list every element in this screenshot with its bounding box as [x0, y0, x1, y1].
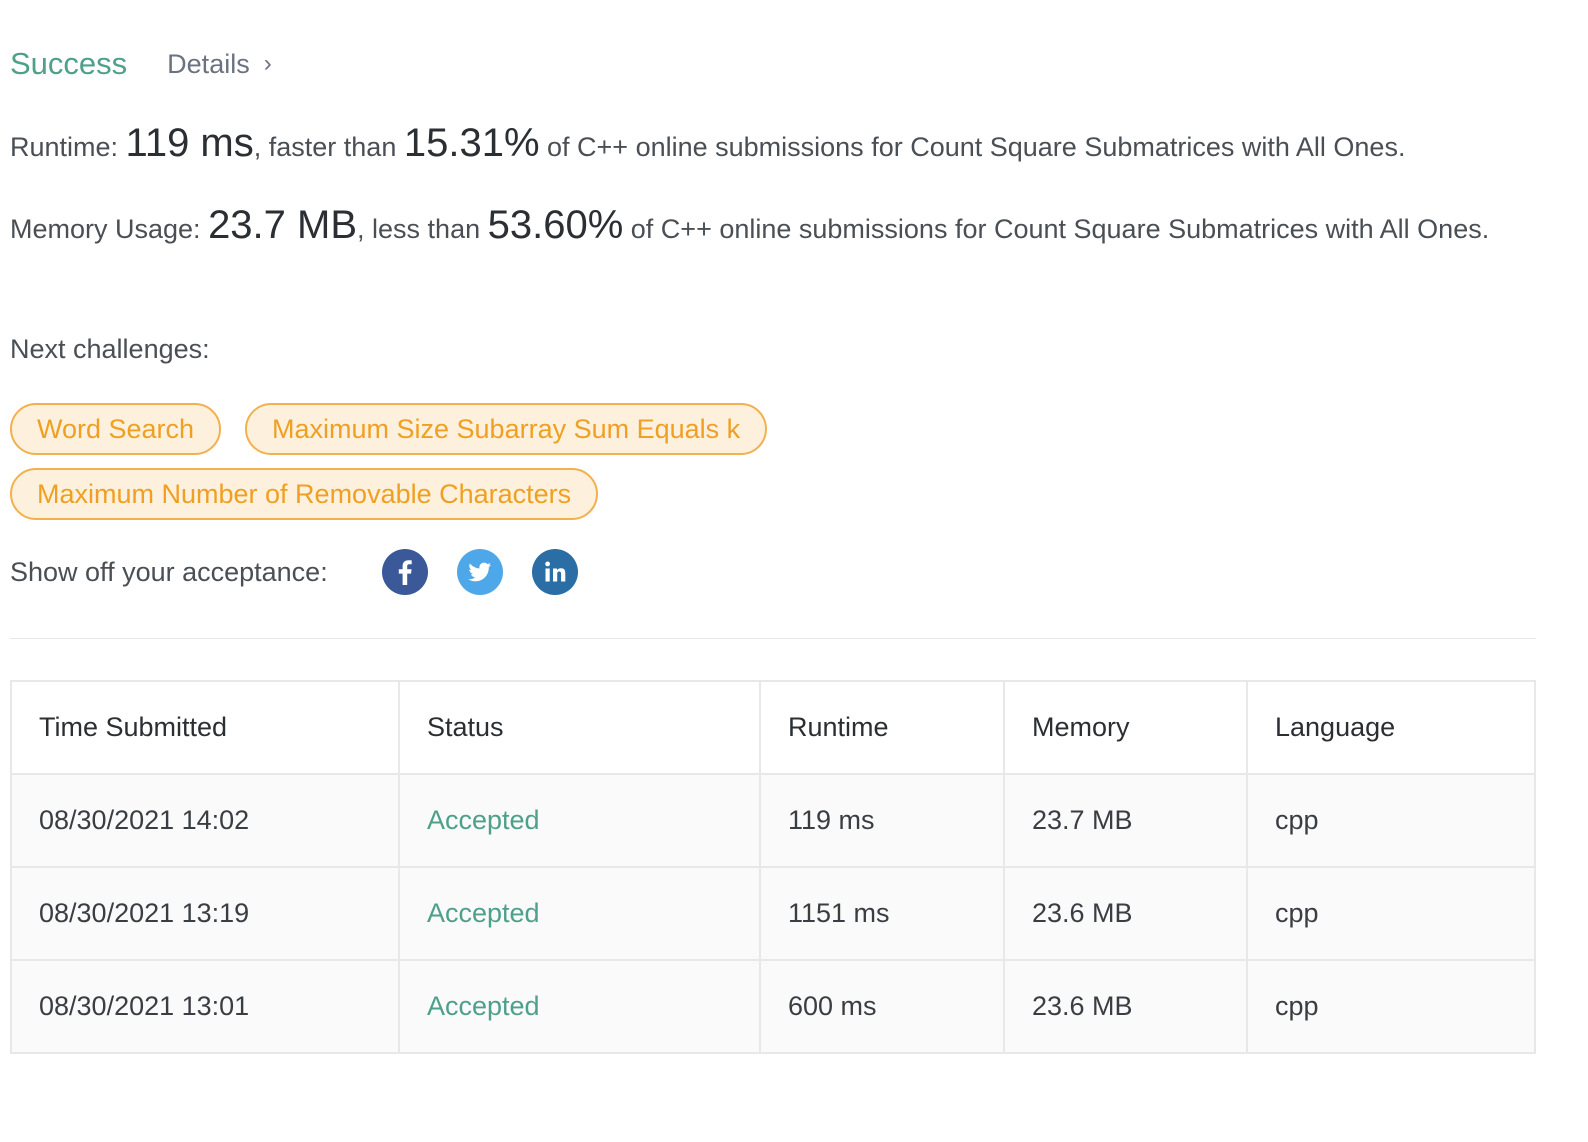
header-runtime: Runtime	[759, 680, 1005, 775]
cell-language: cpp	[1246, 866, 1536, 961]
cell-language: cpp	[1246, 959, 1536, 1054]
memory-comparison: , less than	[357, 214, 488, 244]
cell-memory: 23.6 MB	[1003, 866, 1248, 961]
runtime-percent: 15.31%	[403, 121, 540, 165]
status-success-label: Success	[10, 46, 128, 81]
header-time-submitted: Time Submitted	[10, 680, 400, 775]
cell-time-submitted: 08/30/2021 13:01	[10, 959, 400, 1054]
share-row: Show off your acceptance:	[10, 548, 578, 596]
submissions-table: Time Submitted Status Runtime Memory Lan…	[10, 680, 1536, 1054]
next-challenges-label: Next challenges:	[10, 334, 210, 364]
runtime-value: 119 ms	[125, 121, 254, 165]
memory-percent: 53.60%	[487, 203, 624, 247]
cell-status-link[interactable]: Accepted	[398, 866, 761, 961]
table-header-row: Time Submitted Status Runtime Memory Lan…	[10, 680, 1536, 775]
section-divider	[10, 638, 1536, 639]
details-label: Details	[167, 48, 250, 79]
cell-time-submitted: 08/30/2021 14:02	[10, 773, 400, 868]
cell-status-link[interactable]: Accepted	[398, 773, 761, 868]
runtime-summary: Runtime: 119 ms, faster than 15.31% of C…	[10, 122, 1536, 168]
runtime-suffix: of C++ online submissions for Count Squa…	[539, 132, 1406, 162]
cell-memory: 23.7 MB	[1003, 773, 1248, 868]
linkedin-icon[interactable]	[531, 549, 578, 595]
status-row: Success Details ›	[10, 40, 272, 88]
details-link[interactable]: Details ›	[167, 49, 272, 80]
table-row: 08/30/2021 14:02 Accepted 119 ms 23.7 MB…	[10, 773, 1536, 868]
memory-summary: Memory Usage: 23.7 MB, less than 53.60% …	[10, 204, 1536, 250]
challenge-tag-word-search[interactable]: Word Search	[10, 403, 222, 455]
cell-time-submitted: 08/30/2021 13:19	[10, 866, 400, 961]
cell-runtime: 600 ms	[759, 959, 1005, 1054]
cell-runtime: 119 ms	[759, 773, 1005, 868]
header-language: Language	[1246, 680, 1536, 775]
challenge-tag-max-size-subarray[interactable]: Maximum Size Subarray Sum Equals k	[245, 403, 768, 455]
facebook-icon[interactable]	[381, 549, 428, 595]
cell-language: cpp	[1246, 773, 1536, 868]
twitter-icon[interactable]	[456, 549, 503, 595]
cell-status-link[interactable]: Accepted	[398, 959, 761, 1054]
runtime-comparison: , faster than	[253, 132, 404, 162]
table-row: 08/30/2021 13:19 Accepted 1151 ms 23.6 M…	[10, 866, 1536, 961]
header-status: Status	[398, 680, 761, 775]
header-memory: Memory	[1003, 680, 1248, 775]
memory-value: 23.7 MB	[208, 203, 358, 247]
challenge-tag-max-removable-chars[interactable]: Maximum Number of Removable Characters	[10, 468, 599, 520]
memory-label: Memory Usage:	[10, 214, 209, 244]
cell-memory: 23.6 MB	[1003, 959, 1248, 1054]
share-label: Show off your acceptance:	[10, 556, 328, 587]
table-row: 08/30/2021 13:01 Accepted 600 ms 23.6 MB…	[10, 959, 1536, 1054]
cell-runtime: 1151 ms	[759, 866, 1005, 961]
runtime-label: Runtime:	[10, 132, 126, 162]
chevron-right-icon: ›	[263, 50, 272, 77]
memory-suffix: of C++ online submissions for Count Squa…	[623, 214, 1490, 244]
